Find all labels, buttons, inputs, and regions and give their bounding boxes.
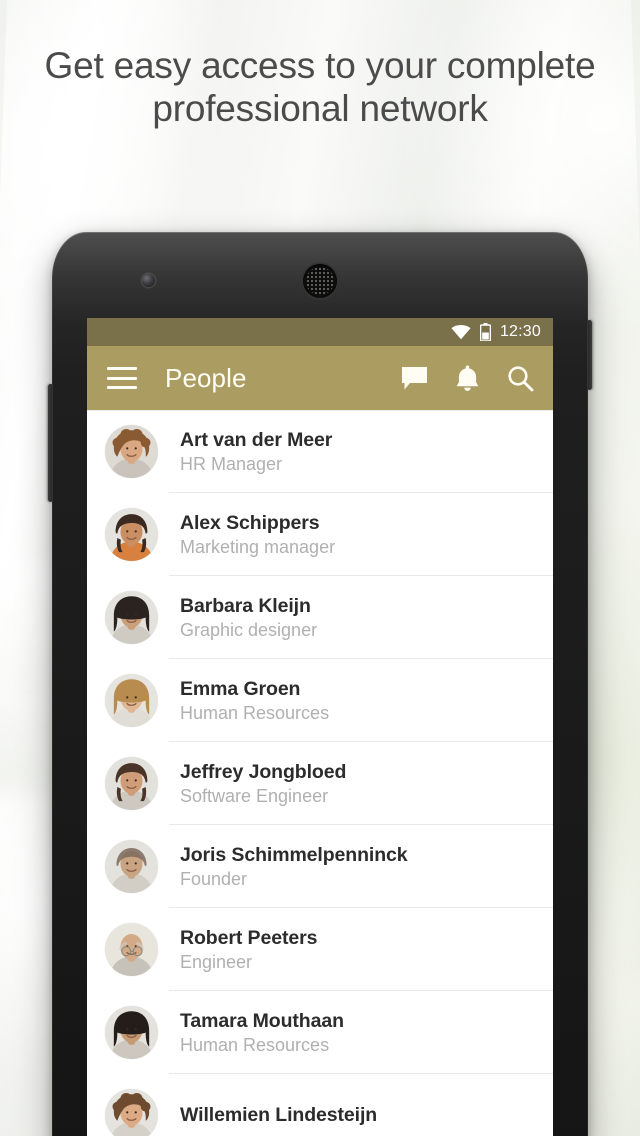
person-row[interactable]: Barbara Kleijn Graphic designer xyxy=(87,576,553,659)
person-row[interactable]: Robert Peeters Engineer xyxy=(87,908,553,991)
person-role: Human Resources xyxy=(180,1034,330,1055)
person-name: Willemien Lindesteijn xyxy=(180,1104,378,1126)
person-row[interactable]: Willemien Lindesteijn xyxy=(87,1074,553,1136)
phone-device-mockup: 12:30 People Art van der Meer HR Manager… xyxy=(48,232,592,1136)
avatar-blonde-woman-icon xyxy=(105,674,158,727)
status-bar: 12:30 xyxy=(87,318,553,346)
avatar-smiling-man-icon xyxy=(105,757,158,810)
person-name: Art van der Meer xyxy=(180,428,333,451)
earpiece-speaker-icon xyxy=(303,264,337,298)
speaker-mesh xyxy=(306,267,334,295)
person-text: Robert Peeters Engineer xyxy=(180,926,317,974)
app-bar-actions xyxy=(401,365,534,392)
person-row[interactable]: Emma Groen Human Resources xyxy=(87,659,553,742)
person-name: Robert Peeters xyxy=(180,926,318,949)
avatar-wavy-hair-woman-icon xyxy=(105,1089,158,1136)
menu-bar-3 xyxy=(107,386,137,389)
menu-bar-2 xyxy=(107,376,137,380)
app-bar: People xyxy=(87,346,553,410)
person-name: Jeffrey Jongbloed xyxy=(180,760,347,783)
person-role: HR Manager xyxy=(180,453,283,474)
avatar-bearded-man-icon xyxy=(105,508,158,561)
person-role: Marketing manager xyxy=(180,536,336,557)
status-bar-clock: 12:30 xyxy=(499,323,541,340)
battery-icon xyxy=(479,323,491,341)
person-row[interactable]: Alex Schippers Marketing manager xyxy=(87,493,553,576)
person-name: Joris Schimmelpenninck xyxy=(180,843,408,866)
person-row[interactable]: Tamara Mouthaan Human Resources xyxy=(87,991,553,1074)
person-text: Emma Groen Human Resources xyxy=(180,677,329,725)
person-row[interactable]: Jeffrey Jongbloed Software Engineer xyxy=(87,742,553,825)
person-name: Alex Schippers xyxy=(180,511,320,534)
person-text: Art van der Meer HR Manager xyxy=(180,428,332,476)
person-role: Software Engineer xyxy=(180,785,329,806)
person-text: Barbara Kleijn Graphic designer xyxy=(180,594,317,642)
avatar-short-hair-man-icon xyxy=(105,840,158,893)
volume-rocker-button[interactable] xyxy=(48,384,53,502)
person-text: Tamara Mouthaan Human Resources xyxy=(180,1009,344,1057)
person-text: Alex Schippers Marketing manager xyxy=(180,511,335,559)
person-name: Emma Groen xyxy=(180,677,301,700)
phone-screen: 12:30 People Art van der Meer HR Manager… xyxy=(87,318,553,1136)
promo-screenshot: Get easy access to your complete profess… xyxy=(0,0,640,1136)
person-row[interactable]: Joris Schimmelpenninck Founder xyxy=(87,825,553,908)
person-role: Founder xyxy=(180,868,248,889)
search-icon[interactable] xyxy=(507,365,534,392)
avatar-dark-hair-woman-icon xyxy=(105,591,158,644)
menu-bar-1 xyxy=(107,367,137,370)
chat-bubble-icon[interactable] xyxy=(401,366,428,391)
avatar-glasses-man-icon xyxy=(105,923,158,976)
person-role: Engineer xyxy=(180,951,253,972)
avatar-curly-hair-man-icon xyxy=(105,425,158,478)
person-role: Human Resources xyxy=(180,702,330,723)
app-bar-title: People xyxy=(165,362,247,393)
promo-headline: Get easy access to your complete profess… xyxy=(44,45,596,129)
person-role: Graphic designer xyxy=(180,619,318,640)
avatar-long-hair-woman-icon xyxy=(105,1006,158,1059)
wifi-icon xyxy=(451,324,471,340)
hamburger-menu-icon[interactable] xyxy=(107,367,137,389)
bell-icon[interactable] xyxy=(456,365,479,392)
person-text: Joris Schimmelpenninck Founder xyxy=(180,843,408,891)
person-name: Barbara Kleijn xyxy=(180,594,311,617)
person-text: Willemien Lindesteijn xyxy=(180,1103,377,1128)
person-name: Tamara Mouthaan xyxy=(180,1009,344,1032)
person-text: Jeffrey Jongbloed Software Engineer xyxy=(180,760,346,808)
power-button[interactable] xyxy=(587,320,592,390)
people-list[interactable]: Art van der Meer HR Manager Alex Schipper… xyxy=(87,410,553,1136)
front-camera-icon xyxy=(142,274,155,287)
person-row[interactable]: Art van der Meer HR Manager xyxy=(87,410,553,493)
